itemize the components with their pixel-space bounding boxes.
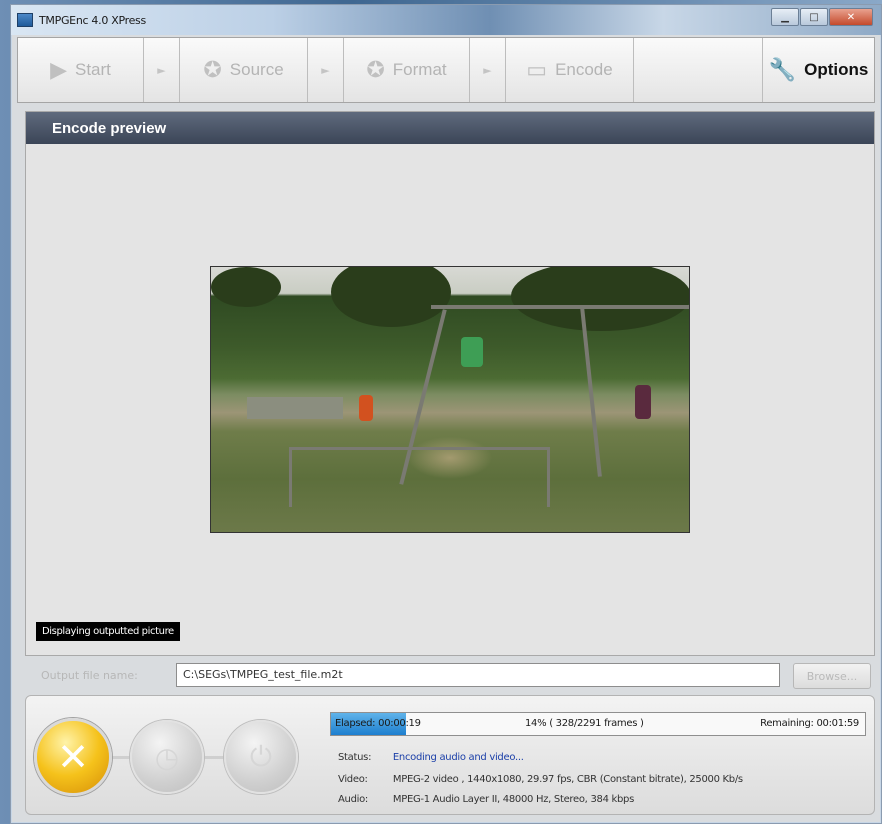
- fence-post: [547, 447, 550, 507]
- encode-label: Encode: [555, 60, 613, 79]
- step-separator: ►: [470, 38, 506, 102]
- cancel-encode-button[interactable]: ✕: [34, 718, 112, 796]
- step-separator: ►: [308, 38, 344, 102]
- close-icon: ✕: [846, 11, 856, 23]
- tree-shape: [211, 267, 281, 307]
- browse-button[interactable]: Browse...: [793, 663, 871, 689]
- elapsed-time: Elapsed: 00:00:19: [335, 718, 421, 729]
- tree-shape: [331, 267, 451, 327]
- options-button[interactable]: 🔧 Options: [762, 38, 874, 102]
- title-bar[interactable]: TMPGEnc 4.0 XPress ▁ □ ✕: [11, 5, 881, 35]
- window-controls: ▁ □ ✕: [771, 8, 873, 26]
- close-button[interactable]: ✕: [829, 8, 873, 26]
- pause-timer-button[interactable]: ◷: [130, 720, 204, 794]
- minimize-button[interactable]: ▁: [771, 8, 799, 26]
- swing-pole: [399, 309, 447, 485]
- swing-bar: [431, 305, 689, 309]
- encode-preview-panel: Encode preview Displaying outputted pict…: [25, 111, 875, 656]
- bench-shape: [247, 397, 343, 419]
- x-icon: ✕: [57, 735, 89, 779]
- source-label: Source: [229, 60, 284, 79]
- connector-line: [112, 756, 132, 759]
- arrow-right-icon: ►: [157, 63, 166, 77]
- person-shape: [635, 385, 651, 419]
- output-file-label: Output file name:: [41, 669, 138, 682]
- film-reel-icon: ✪: [366, 57, 385, 82]
- step-toolbar: ▶ Start ► ✪ Source ► ✪ Format ► ▭ Encode…: [17, 37, 875, 103]
- status-key: Status:: [338, 752, 372, 763]
- format-button[interactable]: ✪ Format: [344, 38, 470, 102]
- shutdown-icon: ⏻: [249, 740, 273, 773]
- video-value: MPEG-2 video , 1440x1080, 29.97 fps, CBR…: [392, 774, 743, 785]
- source-button[interactable]: ✪ Source: [180, 38, 308, 102]
- audio-value: MPEG-1 Audio Layer II, 48000 Hz, Stereo,…: [392, 794, 635, 805]
- maximize-button[interactable]: □: [800, 8, 828, 26]
- minimize-icon: ▁: [781, 11, 789, 23]
- start-button[interactable]: ▶ Start: [18, 38, 144, 102]
- fence-rail: [289, 447, 549, 450]
- maximize-icon: □: [809, 11, 819, 23]
- remaining-time: Remaining: 00:01:59: [760, 718, 859, 729]
- panel-title: Encode preview: [52, 119, 167, 137]
- app-icon: [17, 13, 33, 27]
- output-file-row: Output file name: C:\SEGs\TMPEG_test_fil…: [25, 663, 875, 689]
- encode-progress-bar: Elapsed: 00:00:19 14% ( 328/2291 frames …: [330, 712, 866, 736]
- options-label: Options: [804, 60, 869, 79]
- start-label: Start: [75, 60, 111, 79]
- progress-percent: 14% ( 328/2291 frames ): [525, 718, 644, 729]
- preview-picture: [210, 266, 690, 533]
- film-strip-icon: ▭: [526, 57, 548, 82]
- panel-header: Encode preview: [26, 112, 874, 144]
- encode-button[interactable]: ▭ Encode: [506, 38, 634, 102]
- video-key: Video:: [338, 774, 368, 785]
- audio-line: Audio: MPEG-1 Audio Layer II, 48000 Hz, …: [338, 794, 634, 805]
- swing-pole: [580, 307, 602, 477]
- fence-post: [289, 447, 292, 507]
- status-value: Encoding audio and video...: [392, 752, 524, 763]
- tree-shape: [511, 267, 689, 331]
- film-reel-icon: ✪: [203, 57, 222, 82]
- step-separator: ►: [144, 38, 180, 102]
- person-shape: [359, 395, 373, 421]
- play-arrow-icon: ▶: [50, 57, 67, 82]
- audio-key: Audio:: [338, 794, 368, 805]
- status-line: Status: Encoding audio and video...: [338, 752, 524, 763]
- output-file-field[interactable]: C:\SEGs\TMPEG_test_file.m2t: [176, 663, 780, 687]
- connector-line: [204, 756, 226, 759]
- video-line: Video: MPEG-2 video , 1440x1080, 29.97 f…: [338, 774, 743, 785]
- clock-icon: ◷: [154, 740, 180, 774]
- window-title: TMPGEnc 4.0 XPress: [39, 13, 146, 27]
- shutdown-button[interactable]: ⏻: [224, 720, 298, 794]
- app-window: TMPGEnc 4.0 XPress ▁ □ ✕ ▶ Start ► ✪ Sou…: [10, 4, 882, 824]
- arrow-right-icon: ►: [483, 63, 492, 77]
- person-shape: [461, 337, 483, 367]
- preview-status-overlay: Displaying outputted picture: [36, 622, 180, 641]
- arrow-right-icon: ►: [321, 63, 330, 77]
- format-label: Format: [392, 60, 447, 79]
- wrench-icon: 🔧: [768, 57, 797, 82]
- encode-control-panel: ✕ ◷ ⏻ Elapsed: 00:00:19 14% ( 328/2291 f…: [25, 695, 875, 815]
